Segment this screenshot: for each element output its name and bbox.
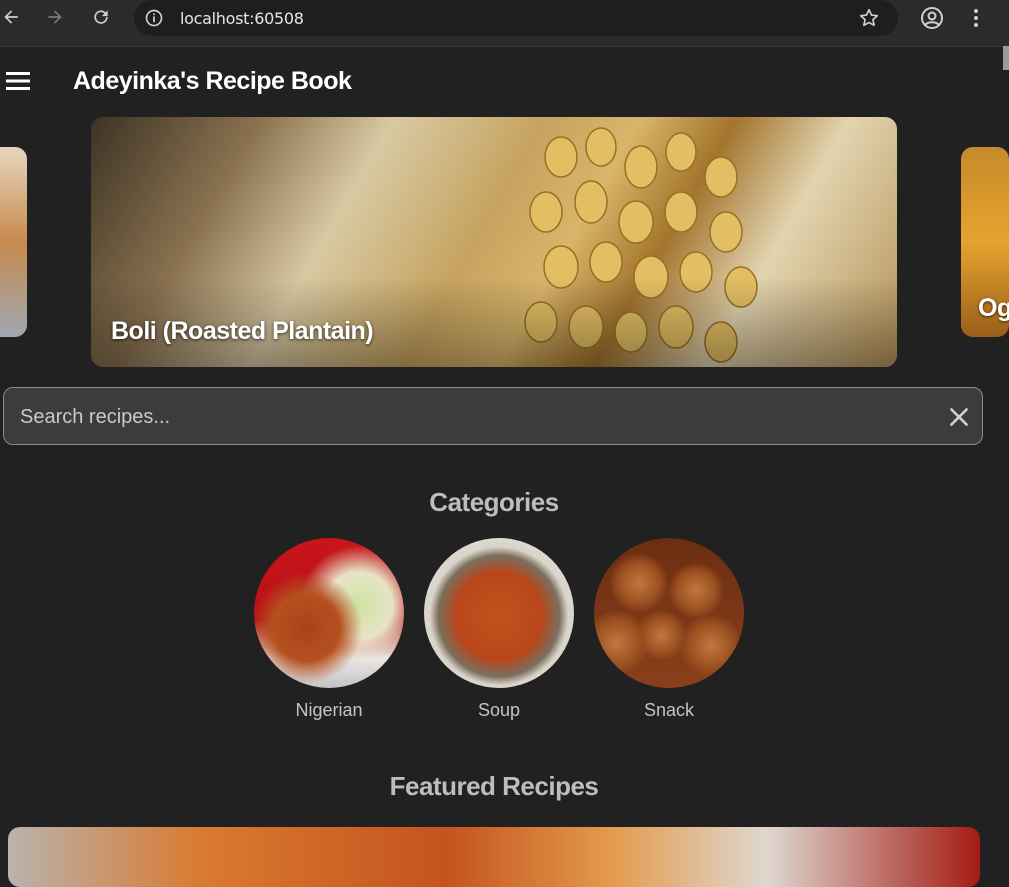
carousel-item-label: Og (978, 294, 1009, 322)
account-icon[interactable] (920, 6, 944, 30)
carousel-item-prev[interactable] (0, 147, 27, 337)
carousel-item-next[interactable]: Og (961, 147, 1009, 337)
close-icon[interactable] (946, 404, 972, 430)
app-title: Adeyinka's Recipe Book (73, 67, 352, 95)
reload-icon[interactable] (86, 4, 116, 30)
categories-heading: Categories (429, 487, 559, 517)
url-text[interactable]: localhost:60508 (180, 9, 304, 28)
category-item-soup[interactable]: Soup (424, 538, 574, 721)
category-image (424, 538, 574, 688)
search-field[interactable] (3, 387, 983, 445)
category-label: Snack (643, 700, 695, 720)
featured-recipe-card[interactable] (8, 827, 980, 887)
search-input[interactable] (18, 402, 922, 432)
category-label: Soup (477, 700, 521, 720)
carousel-item-label: Boli (Roasted Plantain) (111, 317, 374, 345)
menu-icon[interactable] (6, 71, 30, 91)
featured-heading: Featured Recipes (389, 771, 599, 801)
forward-icon[interactable] (40, 4, 70, 30)
more-vert-icon[interactable] (966, 6, 986, 30)
browser-toolbar: localhost:60508 (0, 0, 1009, 47)
carousel-item-current[interactable]: Boli (Roasted Plantain) (91, 117, 897, 367)
app-bar: Adeyinka's Recipe Book (0, 47, 1003, 117)
star-icon[interactable] (858, 7, 880, 29)
address-bar[interactable]: localhost:60508 (134, 0, 898, 36)
scrollbar[interactable] (1003, 46, 1009, 70)
back-icon[interactable] (0, 4, 26, 30)
category-item-nigerian[interactable]: Nigerian (254, 538, 404, 721)
category-image (254, 538, 404, 688)
info-icon[interactable] (144, 8, 164, 28)
category-label: Nigerian (295, 700, 363, 720)
category-item-snack[interactable]: Snack (594, 538, 744, 721)
category-image (594, 538, 744, 688)
